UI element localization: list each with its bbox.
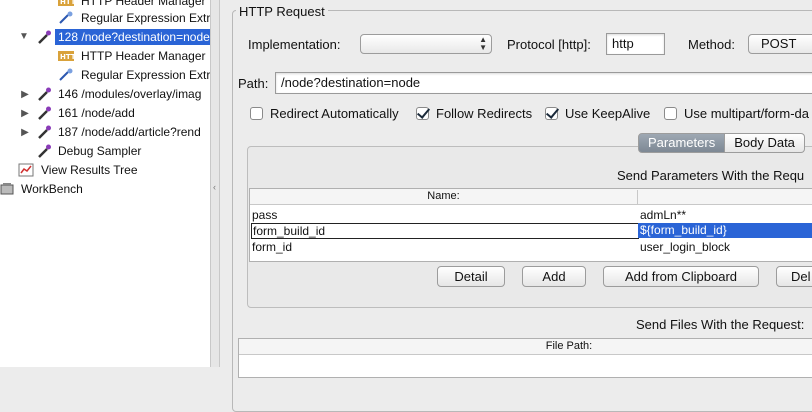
parameters-table[interactable]: Name: pass admLn** form_build_id ${form_… bbox=[249, 188, 812, 262]
svg-text:HTTP: HTTP bbox=[60, 53, 74, 61]
group-title: HTTP Request bbox=[236, 4, 328, 19]
regex-extractor-icon bbox=[58, 11, 74, 25]
use-multipart-checkbox[interactable]: Use multipart/form-da bbox=[664, 106, 809, 121]
pane-splitter[interactable]: ‹ bbox=[210, 0, 220, 367]
tree-item-regex-extractor[interactable]: Regular Expression Extr bbox=[58, 65, 210, 84]
method-label: Method: bbox=[688, 37, 735, 52]
svg-text:HTTP: HTTP bbox=[60, 0, 74, 6]
tree-item-view-results-tree[interactable]: View Results Tree bbox=[18, 160, 141, 179]
tree-item-128-node-destination[interactable]: 128 /node?destination=node bbox=[36, 27, 210, 46]
tab-parameters[interactable]: Parameters bbox=[638, 133, 726, 153]
parameters-title: Send Parameters With the Requ bbox=[617, 168, 805, 183]
add-button[interactable]: Add bbox=[522, 266, 586, 287]
tree-item-187-node-add-article[interactable]: 187 /node/add/article?rend bbox=[36, 122, 204, 141]
http-header-icon: HTTP bbox=[58, 0, 81, 8]
files-title: Send Files With the Request: bbox=[636, 317, 805, 332]
expand-arrow-icon[interactable]: ▶ bbox=[20, 89, 30, 100]
expand-arrow-icon[interactable]: ▶ bbox=[20, 108, 30, 119]
tab-body-data[interactable]: Body Data bbox=[725, 133, 805, 153]
checkbox-checked-icon bbox=[416, 107, 429, 120]
checkbox-unchecked-icon bbox=[250, 107, 263, 120]
workbench-icon bbox=[0, 182, 14, 196]
follow-redirects-checkbox[interactable]: Follow Redirects bbox=[416, 106, 532, 121]
protocol-label: Protocol [http]: bbox=[507, 37, 591, 52]
request-tabs: Parameters Body Data bbox=[638, 133, 805, 153]
name-column-header[interactable]: Name: bbox=[250, 190, 638, 204]
table-row[interactable]: form_build_id ${form_build_id} bbox=[250, 223, 812, 239]
use-keepalive-checkbox[interactable]: Use KeepAlive bbox=[545, 106, 650, 121]
method-select[interactable]: POST bbox=[748, 34, 812, 54]
sampler-pipette-icon bbox=[36, 143, 52, 159]
implementation-select[interactable]: ▲ ▼ bbox=[360, 34, 492, 54]
http-header-icon: HTTP bbox=[58, 49, 81, 63]
detail-button[interactable]: Detail bbox=[437, 266, 505, 287]
sampler-pipette-icon bbox=[36, 124, 52, 140]
sampler-pipette-icon bbox=[36, 29, 52, 45]
table-header: File Path: bbox=[239, 339, 812, 355]
tree-item-regex-extractor[interactable]: Regular Expression Extr bbox=[58, 8, 210, 27]
table-row[interactable]: form_id user_login_block bbox=[250, 239, 812, 255]
delete-button[interactable]: Del bbox=[776, 266, 812, 287]
table-row[interactable]: pass admLn** bbox=[250, 207, 812, 223]
regex-extractor-icon bbox=[58, 68, 74, 82]
protocol-field[interactable]: http bbox=[606, 33, 665, 55]
expand-arrow-icon[interactable]: ▶ bbox=[20, 127, 30, 138]
test-plan-tree[interactable]: HTTP HTTP Header Manager Regular Express… bbox=[0, 0, 210, 367]
path-label: Path: bbox=[238, 76, 269, 91]
checkbox-checked-icon bbox=[545, 107, 558, 120]
results-tree-icon bbox=[18, 163, 34, 177]
sampler-pipette-icon bbox=[36, 86, 52, 102]
implementation-label: Implementation: bbox=[248, 37, 341, 52]
add-from-clipboard-button[interactable]: Add from Clipboard bbox=[603, 266, 759, 287]
tree-item-workbench[interactable]: WorkBench bbox=[0, 179, 86, 198]
tree-item-146-modules-overlay[interactable]: 146 /modules/overlay/imag bbox=[36, 84, 204, 103]
collapse-arrow-icon[interactable]: ▼ bbox=[19, 31, 29, 42]
tree-item-161-node-add[interactable]: 161 /node/add bbox=[36, 103, 138, 122]
tree-item-http-header-manager[interactable]: HTTP HTTP Header Manager bbox=[58, 46, 209, 65]
file-path-column-header[interactable]: File Path: bbox=[439, 340, 699, 352]
redirect-automatically-checkbox[interactable]: Redirect Automatically bbox=[250, 106, 399, 121]
tree-item-debug-sampler[interactable]: Debug Sampler bbox=[36, 141, 144, 160]
path-field[interactable]: /node?destination=node bbox=[275, 72, 812, 94]
files-table[interactable]: File Path: bbox=[238, 338, 812, 378]
updown-arrow-icon: ▲ ▼ bbox=[479, 35, 487, 52]
splitter-grip-icon[interactable]: ‹ bbox=[213, 182, 216, 192]
sampler-pipette-icon bbox=[36, 105, 52, 121]
http-request-panel: HTTP Request Implementation: ▲ ▼ Protocol… bbox=[220, 0, 812, 412]
table-header: Name: bbox=[250, 189, 812, 205]
checkbox-unchecked-icon bbox=[664, 107, 677, 120]
